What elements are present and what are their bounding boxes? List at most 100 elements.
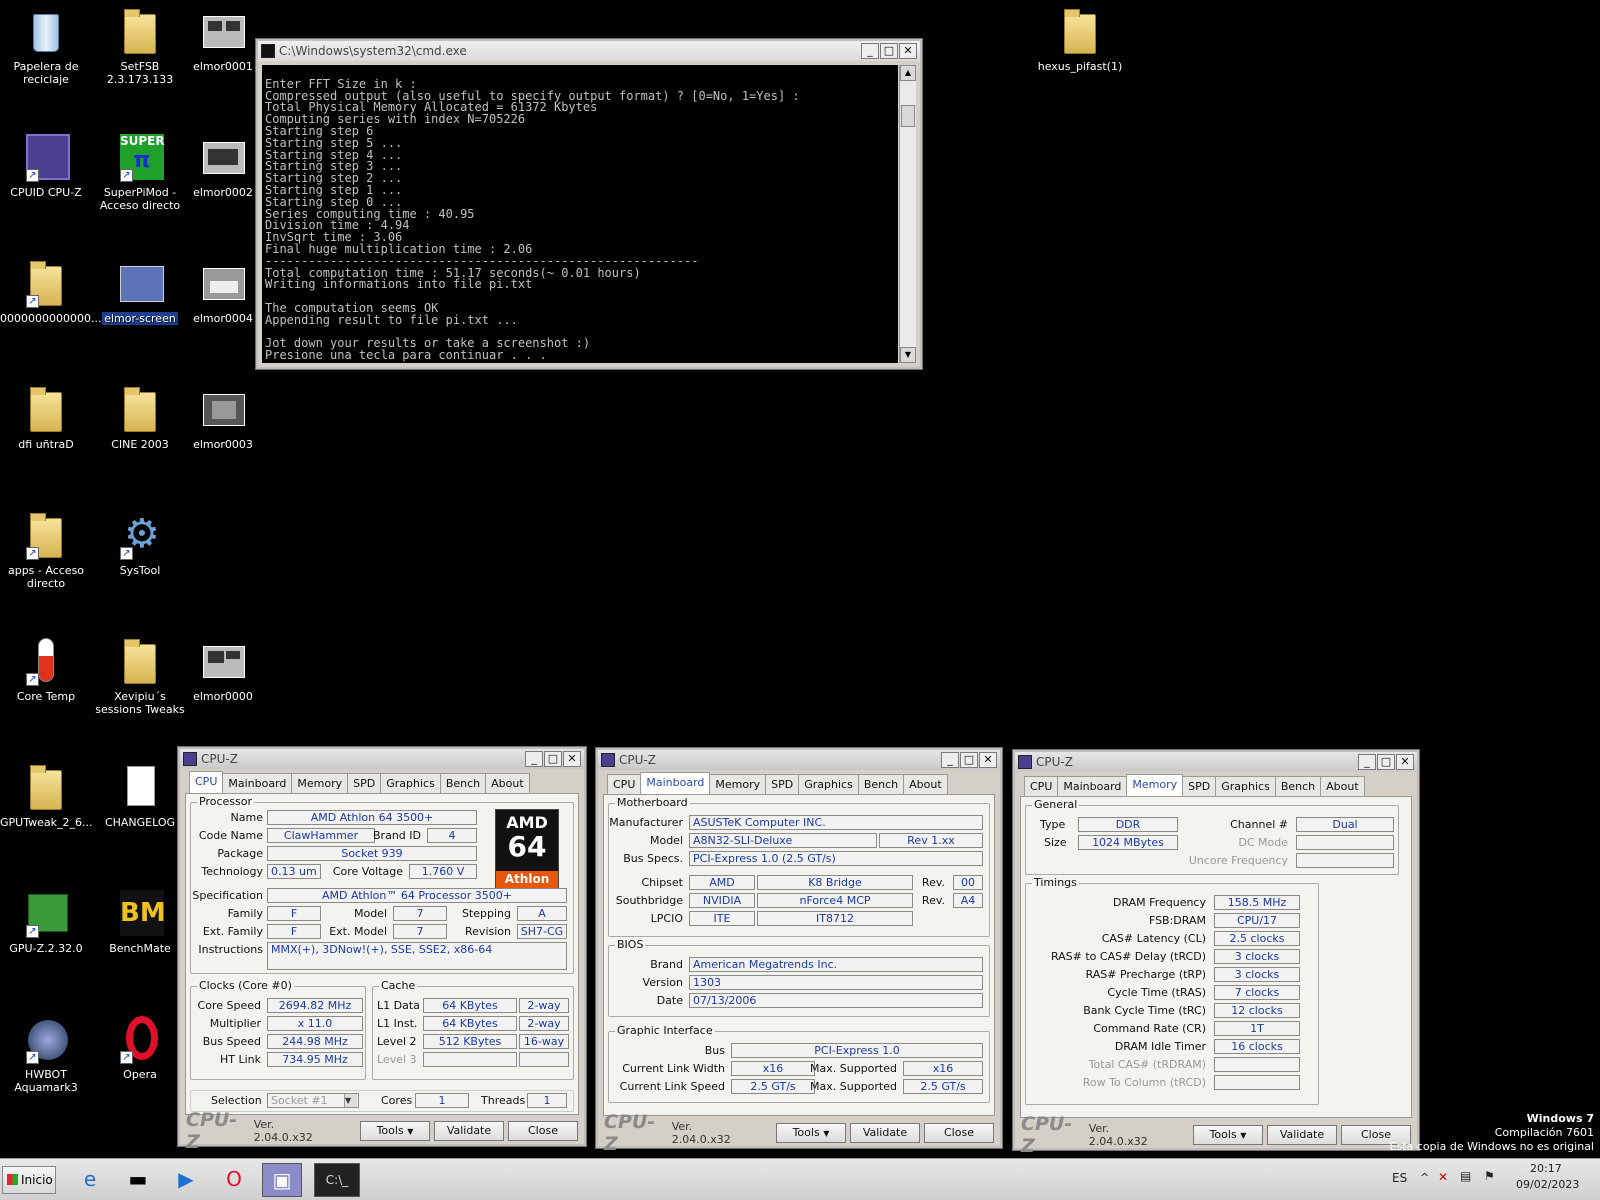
chevron-down-icon[interactable]: ▼ bbox=[407, 1127, 413, 1136]
clock-time[interactable]: 20:17 bbox=[1530, 1162, 1562, 1175]
desktop-icon-elmor0003[interactable]: elmor0003 bbox=[188, 386, 258, 451]
minimize-button[interactable]: _ bbox=[525, 751, 543, 767]
cpuz-window-cpu[interactable]: CPU-Z _ □ ✕ CPU Mainboard Memory SPD Gra… bbox=[178, 747, 586, 1153]
tab-graphics[interactable]: Graphics bbox=[1215, 776, 1276, 796]
tools-button[interactable]: Tools ▼ bbox=[1192, 1125, 1263, 1145]
desktop-icon-superpi[interactable]: SUPER π ↗ SuperPiMod - Acceso directo bbox=[94, 134, 186, 212]
cmd-scrollbar[interactable]: ▲ ▼ bbox=[899, 65, 916, 363]
tab-graphics[interactable]: Graphics bbox=[380, 773, 441, 793]
desktop-icon-coretemp[interactable]: ↗ Core Temp bbox=[0, 638, 92, 703]
cpuz-titlebar[interactable]: CPU-Z _ □ ✕ bbox=[1015, 752, 1417, 772]
desktop-icon-folder-zeros[interactable]: ↗ 0000000000000... bbox=[0, 260, 101, 325]
cpuz-titlebar[interactable]: CPU-Z _ □ ✕ bbox=[180, 749, 584, 769]
close-button[interactable]: ✕ bbox=[1396, 754, 1414, 770]
tab-memory[interactable]: Memory bbox=[1126, 774, 1184, 796]
desktop-icon-elmor0000[interactable]: elmor0000 bbox=[188, 638, 258, 703]
opera-icon[interactable]: O bbox=[214, 1163, 254, 1197]
validate-button[interactable]: Validate bbox=[1266, 1125, 1337, 1145]
maximize-button[interactable]: □ bbox=[880, 43, 898, 59]
minimize-button[interactable]: _ bbox=[861, 43, 879, 59]
speaker-muted-icon[interactable]: ✕ bbox=[1438, 1170, 1448, 1184]
minimize-button[interactable]: _ bbox=[941, 752, 959, 768]
desktop-icon-elmor0002[interactable]: elmor0002 bbox=[188, 134, 258, 199]
start-button[interactable]: Inicio bbox=[2, 1166, 56, 1194]
tab-about[interactable]: About bbox=[1320, 776, 1365, 796]
scroll-thumb[interactable] bbox=[901, 105, 915, 127]
internet-explorer-icon[interactable]: e bbox=[70, 1163, 110, 1197]
desktop-icon-gputweak[interactable]: GPUTweak_2_6... bbox=[0, 764, 92, 829]
command-rate-value: 1T bbox=[1214, 1021, 1300, 1036]
cmd-window[interactable]: C:\Windows\system32\cmd.exe _ □ ✕ Enter … bbox=[256, 39, 922, 369]
close-window-button[interactable]: Close bbox=[923, 1123, 994, 1143]
tab-mainboard[interactable]: Mainboard bbox=[1057, 776, 1128, 796]
scroll-down-arrow-icon[interactable]: ▼ bbox=[900, 347, 916, 363]
maximize-button[interactable]: □ bbox=[1377, 754, 1395, 770]
watermark-line-1: Windows 7 bbox=[1526, 1112, 1594, 1125]
tab-spd[interactable]: SPD bbox=[1182, 776, 1217, 796]
tab-spd[interactable]: SPD bbox=[765, 774, 800, 794]
cpuz-window-memory[interactable]: CPU-Z _ □ ✕ CPU Mainboard Memory SPD Gra… bbox=[1013, 750, 1419, 1157]
validate-button[interactable]: Validate bbox=[433, 1121, 504, 1141]
cpuz-window-mainboard[interactable]: CPU-Z _ □ ✕ CPU Mainboard Memory SPD Gra… bbox=[596, 748, 1002, 1155]
minimize-button[interactable]: _ bbox=[1358, 754, 1376, 770]
desktop-icon-elmor0004[interactable]: elmor0004 bbox=[188, 260, 258, 325]
tab-cpu[interactable]: CPU bbox=[189, 771, 224, 793]
language-indicator[interactable]: ES bbox=[1392, 1171, 1407, 1185]
desktop-icon-elmor-screen[interactable]: elmor-screen bbox=[94, 260, 186, 325]
tab-spd[interactable]: SPD bbox=[347, 773, 382, 793]
desktop-icon-recycle-bin[interactable]: Papelera de reciclaje bbox=[0, 8, 92, 86]
cpuz-titlebar[interactable]: CPU-Z _ □ ✕ bbox=[598, 750, 1000, 770]
chevron-up-icon[interactable]: ^ bbox=[1420, 1171, 1429, 1184]
desktop-icon-hexus-pifast[interactable]: hexus_pifast(1) bbox=[1034, 8, 1126, 73]
tab-cpu[interactable]: CPU bbox=[1024, 776, 1059, 796]
tab-mainboard[interactable]: Mainboard bbox=[640, 772, 711, 794]
tab-about[interactable]: About bbox=[903, 774, 948, 794]
media-player-icon[interactable]: ▶ bbox=[166, 1163, 206, 1197]
tab-memory[interactable]: Memory bbox=[291, 773, 349, 793]
tab-mainboard[interactable]: Mainboard bbox=[222, 773, 293, 793]
cmd-titlebar[interactable]: C:\Windows\system32\cmd.exe _ □ ✕ bbox=[258, 41, 920, 61]
chevron-down-icon[interactable]: ▼ bbox=[344, 1094, 357, 1107]
desktop-icon-gpuz[interactable]: ↗ GPU-Z.2.32.0 bbox=[0, 890, 92, 955]
tab-memory[interactable]: Memory bbox=[709, 774, 767, 794]
desktop-icon-aquamark[interactable]: ↗ HWBOT Aquamark3 bbox=[0, 1016, 92, 1094]
desktop-icon-cpuid[interactable]: ↗ CPUID CPU-Z bbox=[0, 134, 92, 199]
validate-button[interactable]: Validate bbox=[849, 1123, 920, 1143]
desktop-icon-changelog[interactable]: CHANGELOG bbox=[94, 764, 186, 829]
desktop-icon-systool[interactable]: ⚙ ↗ SysTool bbox=[94, 512, 186, 577]
tab-cpu[interactable]: CPU bbox=[607, 774, 642, 794]
socket-select[interactable]: Socket #1 ▼ bbox=[267, 1093, 359, 1108]
cpuz-taskbar-icon[interactable]: ▣ bbox=[262, 1163, 302, 1197]
tab-about[interactable]: About bbox=[485, 773, 530, 793]
maximize-button[interactable]: □ bbox=[960, 752, 978, 768]
desktop-icon-elmor0001[interactable]: elmor0001 bbox=[188, 8, 258, 73]
desktop-icon-dfi[interactable]: dfi uñtraD bbox=[0, 386, 92, 451]
network-icon[interactable]: ▤ bbox=[1460, 1169, 1471, 1183]
close-window-button[interactable]: Close bbox=[507, 1121, 578, 1141]
max-width-label: Max. Supported bbox=[810, 1062, 897, 1075]
maximize-button[interactable]: □ bbox=[544, 751, 562, 767]
close-button[interactable]: ✕ bbox=[563, 751, 581, 767]
scroll-up-arrow-icon[interactable]: ▲ bbox=[900, 65, 916, 81]
desktop-icon-cine2003[interactable]: CINE 2003 bbox=[94, 386, 186, 451]
desktop-icon-apps[interactable]: ↗ apps - Acceso directo bbox=[0, 512, 92, 590]
tools-button[interactable]: Tools ▼ bbox=[359, 1121, 430, 1141]
tab-bench[interactable]: Bench bbox=[1274, 776, 1322, 796]
close-button[interactable]: ✕ bbox=[899, 43, 917, 59]
tools-button[interactable]: Tools ▼ bbox=[775, 1123, 846, 1143]
flag-icon[interactable]: ⚑ bbox=[1484, 1169, 1495, 1183]
chevron-down-icon[interactable]: ▼ bbox=[823, 1129, 829, 1138]
tab-graphics[interactable]: Graphics bbox=[798, 774, 859, 794]
desktop-icon-benchmate[interactable]: BM BenchMate bbox=[94, 890, 186, 955]
chevron-down-icon[interactable]: ▼ bbox=[1240, 1131, 1246, 1140]
cmd-taskbar-icon[interactable]: C:\_ bbox=[314, 1163, 360, 1197]
tab-bench[interactable]: Bench bbox=[857, 774, 905, 794]
desktop-icon-opera[interactable]: ↗ Opera bbox=[94, 1016, 186, 1081]
cmd-console-output[interactable]: Enter FFT Size in k : Compressed output (… bbox=[262, 65, 898, 363]
desktop-icon-setfsb[interactable]: SetFSB 2.3.173.133 bbox=[94, 8, 186, 86]
close-button[interactable]: ✕ bbox=[979, 752, 997, 768]
desktop-icon-xevipiu[interactable]: Xevipiu´s sessions Tweaks bbox=[94, 638, 186, 716]
folder-icon[interactable]: ▬ bbox=[118, 1163, 158, 1197]
clock-date[interactable]: 09/02/2023 bbox=[1516, 1178, 1579, 1191]
tab-bench[interactable]: Bench bbox=[439, 773, 487, 793]
